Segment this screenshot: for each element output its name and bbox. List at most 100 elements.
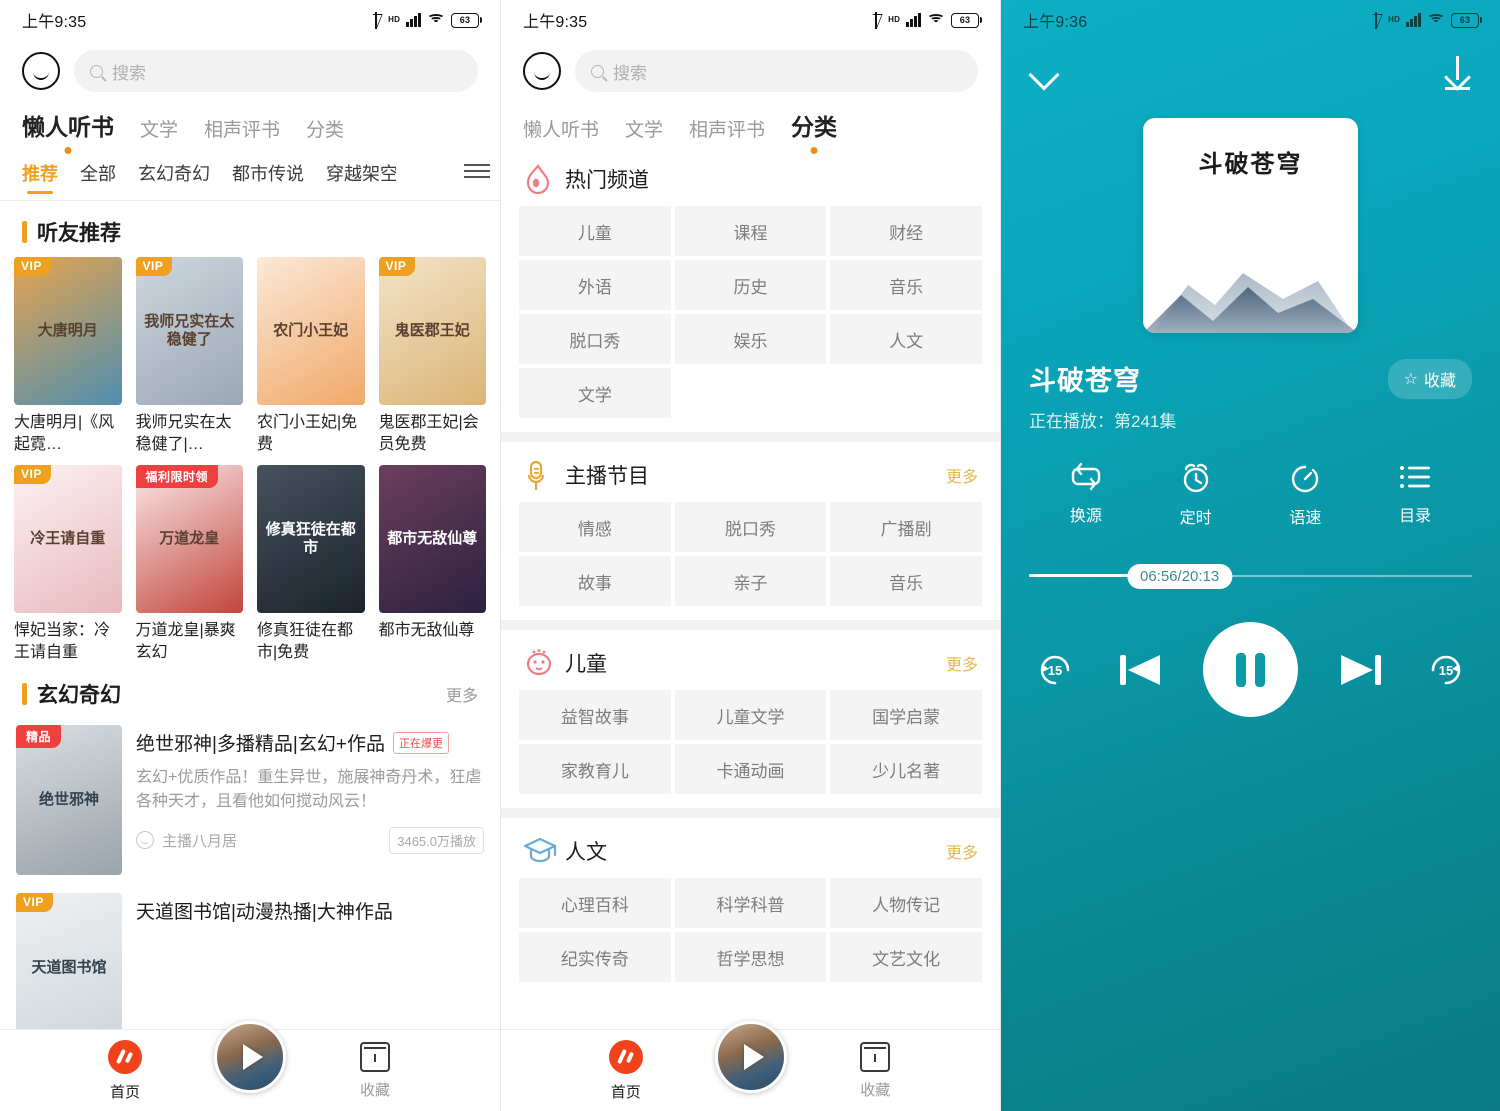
book-card[interactable]: 农门小王妃 农门小王妃|免费 xyxy=(257,257,365,455)
section-header-recommend: 听友推荐 xyxy=(0,201,500,257)
category-chip[interactable]: 人文 xyxy=(830,314,982,364)
category-chip[interactable]: 故事 xyxy=(519,556,671,606)
category-chip[interactable]: 课程 xyxy=(674,206,827,256)
sub-tab-xuanhuanqihuan[interactable]: 玄幻奇幻 xyxy=(138,160,210,192)
category-section-title: 人文 xyxy=(565,841,607,864)
category-chip[interactable]: 科学科普 xyxy=(674,878,827,928)
book-cover-text: 大唐明月 xyxy=(37,322,98,339)
top-tab-xiangshengpingshu[interactable]: 相声评书 xyxy=(689,115,765,146)
previous-track-button[interactable] xyxy=(1114,647,1166,693)
list-item-desc: 玄幻+优质作品！重生异世，施展神奇丹术，狂虐各种天才，且看他如何搅动风云！ xyxy=(136,769,482,810)
book-card[interactable]: 福利限时领 万道龙皇 万道龙皇|暴爽玄幻 xyxy=(135,465,243,663)
sub-tab-tuijian[interactable]: 推荐 xyxy=(22,160,58,192)
top-tab-xiangshengpingshu[interactable]: 相声评书 xyxy=(204,115,280,146)
forward-15-button[interactable]: 15 xyxy=(1424,648,1468,692)
chevron-down-icon[interactable] xyxy=(1029,58,1059,88)
search-input[interactable]: 搜索 xyxy=(575,50,978,92)
nav-item-home[interactable]: 首页 xyxy=(501,1039,751,1102)
top-tab-fenlei[interactable]: 分类 xyxy=(791,108,837,154)
book-cover-text: 绝世邪神 xyxy=(38,791,99,809)
pause-button[interactable] xyxy=(1203,622,1298,717)
category-chip[interactable]: 卡通动画 xyxy=(674,744,827,794)
category-chip[interactable]: 心理百科 xyxy=(519,878,671,928)
category-chip[interactable]: 儿童 xyxy=(519,206,671,256)
download-icon[interactable] xyxy=(1442,56,1472,91)
mini-player-button[interactable] xyxy=(214,1021,286,1093)
category-chip[interactable]: 音乐 xyxy=(830,260,982,310)
category-chip[interactable]: 文学 xyxy=(519,368,671,418)
category-chip[interactable]: 财经 xyxy=(830,206,982,256)
progress-bar[interactable]: 06:56/20:13 xyxy=(1029,564,1472,589)
list-item-cover: VIP 天道图书馆 xyxy=(16,893,122,1044)
category-chip[interactable]: 历史 xyxy=(674,260,827,310)
sub-tab-chuanyuejiakong[interactable]: 穿越架空 xyxy=(326,160,396,192)
nav-item-home[interactable]: 首页 xyxy=(0,1039,250,1102)
action-change-source[interactable]: 换源 xyxy=(1031,462,1141,528)
book-card[interactable]: VIP 冷王请自重 悍妃当家：冷王请自重 xyxy=(14,465,122,663)
category-chip[interactable]: 娱乐 xyxy=(674,314,827,364)
book-cover: 农门小王妃 xyxy=(257,257,365,405)
book-card[interactable]: 都市无敌仙尊 都市无敌仙尊 xyxy=(378,465,486,663)
action-timer[interactable]: 定时 xyxy=(1141,462,1251,528)
hd-icon: HD xyxy=(888,14,901,24)
category-chip[interactable]: 脱口秀 xyxy=(519,314,671,364)
tab-menu-icon[interactable] xyxy=(464,160,490,182)
microphone-icon xyxy=(523,460,553,490)
category-chip[interactable]: 音乐 xyxy=(830,556,982,606)
category-chip[interactable]: 家教育儿 xyxy=(519,744,671,794)
book-cover: 修真狂徒在都市 xyxy=(257,465,365,614)
category-chip[interactable]: 儿童文学 xyxy=(674,690,827,740)
favorite-button[interactable]: ☆ 收藏 xyxy=(1387,359,1472,399)
section-more-link[interactable]: 更多 xyxy=(946,839,978,863)
nav-label: 收藏 xyxy=(359,1081,390,1099)
category-chip[interactable]: 益智故事 xyxy=(519,690,671,740)
status-icons: HD 63 xyxy=(870,11,982,29)
sub-tab-quanbu[interactable]: 全部 xyxy=(80,160,116,192)
sub-tab-dushichuanshuo[interactable]: 都市传说 xyxy=(232,160,304,192)
category-chip[interactable]: 哲学思想 xyxy=(674,932,827,982)
category-chip[interactable]: 纪实传奇 xyxy=(519,932,671,982)
nav-item-favorites[interactable]: 收藏 xyxy=(250,1041,500,1100)
category-chip[interactable]: 脱口秀 xyxy=(674,502,827,552)
list-item[interactable]: 精品 绝世邪神 绝世邪神|多播精品|玄幻+作品 正在爆更 玄幻+优质作品！重生异世… xyxy=(0,719,500,887)
action-speed[interactable]: 语速 xyxy=(1251,462,1361,528)
book-cover: VIP 大唐明月 xyxy=(14,257,122,405)
list-icon xyxy=(1400,466,1431,488)
book-card[interactable]: VIP 我师兄实在太稳健了 我师兄实在太稳健了|… xyxy=(135,257,243,455)
section-more-link[interactable]: 更多 xyxy=(946,463,978,487)
mini-player-button[interactable] xyxy=(714,1021,787,1093)
book-card[interactable]: VIP 大唐明月 大唐明月|《风起霓… xyxy=(14,257,122,455)
nav-item-favorites[interactable]: 收藏 xyxy=(751,1041,1001,1100)
category-chip[interactable]: 文艺文化 xyxy=(830,932,982,982)
book-card[interactable]: VIP 鬼医郡王妃 鬼医郡王妃|会员免费 xyxy=(378,257,486,455)
svg-text:15: 15 xyxy=(1439,663,1453,678)
status-bar: 上午9:35 HD 63 xyxy=(501,0,1000,40)
avatar[interactable] xyxy=(22,52,60,90)
book-grid: VIP 大唐明月 大唐明月|《风起霓… VIP 我师兄实在太稳健了 我师兄实在太… xyxy=(0,257,500,663)
category-section-header: 热门频道 xyxy=(501,146,1000,206)
book-card[interactable]: 修真狂徒在都市 修真狂徒在都市|免费 xyxy=(257,465,365,663)
section-more-link[interactable]: 更多 xyxy=(446,682,478,706)
top-tab-fenlei[interactable]: 分类 xyxy=(306,115,344,146)
repeat-icon xyxy=(1071,462,1101,491)
category-chip[interactable]: 外语 xyxy=(519,260,671,310)
forward-15-icon: 15 xyxy=(1431,655,1461,684)
top-tab-lanrentingshu[interactable]: 懒人听书 xyxy=(523,115,599,146)
status-time: 上午9:35 xyxy=(22,14,87,31)
next-track-button[interactable] xyxy=(1335,647,1387,693)
category-chip[interactable]: 国学启蒙 xyxy=(830,690,982,740)
section-more-link[interactable]: 更多 xyxy=(946,651,978,675)
category-chip[interactable]: 人物传记 xyxy=(830,878,982,928)
top-tab-lanrentingshu[interactable]: 懒人听书 xyxy=(22,108,114,154)
rewind-15-button[interactable]: 15 xyxy=(1033,648,1077,692)
category-chip[interactable]: 情感 xyxy=(519,502,671,552)
category-chip[interactable]: 亲子 xyxy=(674,556,827,606)
action-catalog[interactable]: 目录 xyxy=(1360,462,1470,528)
top-tab-wenxue[interactable]: 文学 xyxy=(140,115,178,146)
top-tab-wenxue[interactable]: 文学 xyxy=(625,115,663,146)
search-input[interactable]: 搜索 xyxy=(74,50,478,92)
category-chip[interactable]: 广播剧 xyxy=(830,502,982,552)
flame-icon xyxy=(523,164,553,195)
avatar[interactable] xyxy=(523,52,561,90)
category-chip[interactable]: 少儿名著 xyxy=(830,744,982,794)
